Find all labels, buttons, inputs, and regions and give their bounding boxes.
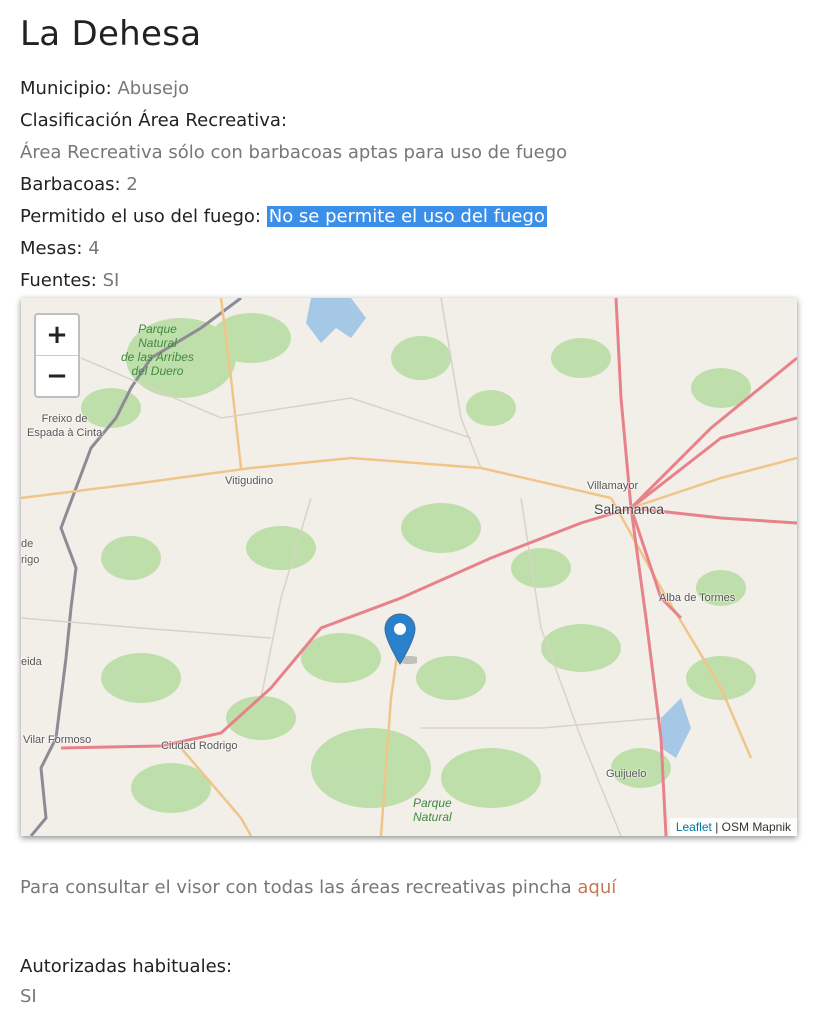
fuego-value-selected[interactable]: No se permite el uso del fuego: [266, 206, 547, 227]
attribution-text: | OSM Mapnik: [711, 820, 791, 834]
place-vilar-formoso: Vilar Formoso: [23, 734, 92, 746]
place-edge-eida: eida: [21, 656, 42, 668]
municipio-value: Abusejo: [117, 78, 190, 99]
fuego-label: Permitido el uso del fuego:: [20, 206, 261, 227]
barbacoas-value: 2: [126, 174, 138, 195]
clasificacion-value: Área Recreativa sólo con barbacoas aptas…: [20, 142, 568, 163]
leaflet-link[interactable]: Leaflet: [676, 820, 712, 834]
place-villamayor: Villamayor: [587, 480, 639, 492]
viewer-link[interactable]: aquí: [577, 877, 616, 898]
autorizadas-label: Autorizadas habituales:: [20, 956, 233, 977]
map-pin-icon[interactable]: [383, 612, 421, 670]
barbacoas-label: Barbacoas:: [20, 174, 121, 195]
place-edge-rigo: rigo: [21, 554, 40, 566]
park-label-arribes: Parque Natural de las Arribes del Duero: [121, 322, 194, 378]
map-attribution: Leaflet | OSM Mapnik: [669, 818, 797, 836]
place-ciudad-rodrigo: Ciudad Rodrigo: [161, 740, 238, 752]
place-alba-de-tormes: Alba de Tormes: [659, 592, 736, 604]
mesas-label: Mesas:: [20, 238, 83, 259]
viewer-note-text: Para consultar el visor con todas las ár…: [20, 877, 578, 898]
place-vitigudino: Vitigudino: [225, 475, 274, 487]
map-tiles[interactable]: [21, 298, 797, 836]
mesas-row: Mesas: 4: [20, 236, 100, 262]
page-title: La Dehesa: [20, 14, 202, 54]
clasificacion-label: Clasificación Área Recreativa:: [20, 110, 288, 131]
mesas-value: 4: [88, 238, 100, 259]
zoom-in-button[interactable]: +: [36, 315, 78, 356]
municipio-label: Municipio:: [20, 78, 112, 99]
place-salamanca: Salamanca: [594, 501, 665, 517]
fuentes-row: Fuentes: SI: [20, 268, 119, 294]
viewer-note: Para consultar el visor con todas las ár…: [20, 877, 616, 898]
fuentes-value: SI: [102, 270, 120, 291]
zoom-out-button[interactable]: −: [36, 356, 78, 396]
place-guijuelo: Guijuelo: [606, 768, 647, 780]
municipio-row: Municipio: Abusejo: [20, 76, 189, 102]
place-freixo: Freixo de Espada à Cinta: [27, 413, 103, 439]
fuentes-label: Fuentes:: [20, 270, 97, 291]
autorizadas-value: SI: [20, 986, 37, 1007]
zoom-control: + −: [34, 313, 80, 398]
park-label-south: Parque Natural: [413, 796, 452, 824]
fuego-row: Permitido el uso del fuego: No se permit…: [20, 204, 547, 230]
map-container[interactable]: Parque Natural de las Arribes del Duero …: [21, 298, 797, 836]
barbacoas-row: Barbacoas: 2: [20, 172, 138, 198]
place-edge-de: de: [21, 538, 34, 550]
